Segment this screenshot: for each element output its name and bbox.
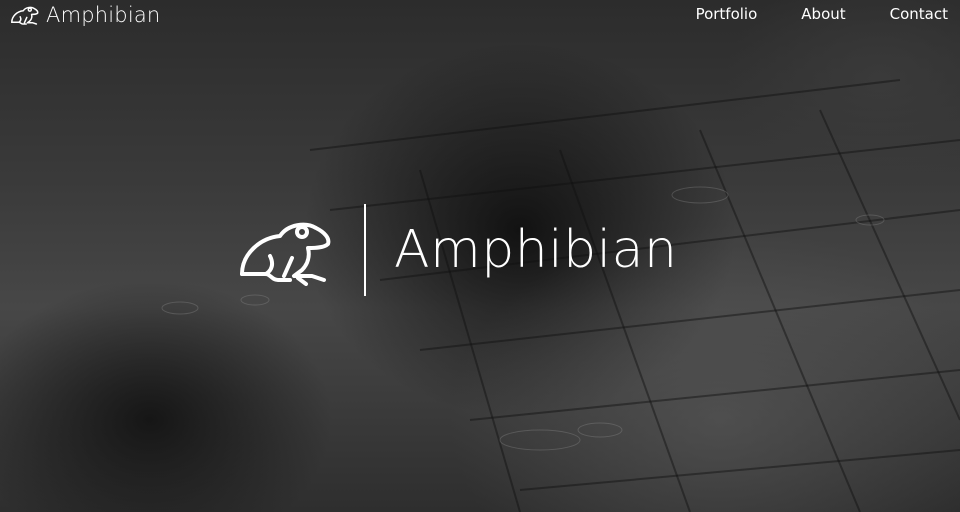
frog-icon: [10, 4, 40, 26]
nav-contact-link[interactable]: Contact: [890, 5, 948, 23]
nav-about-link[interactable]: About: [801, 5, 845, 23]
top-navigation-bar: Amphibian Portfolio About Contact: [0, 0, 960, 32]
hero-section: Amphibian Portfolio About Contact Amphib…: [0, 0, 960, 512]
nav-portfolio-link[interactable]: Portfolio: [696, 5, 758, 23]
hero-logo-lockup: Amphibian: [236, 204, 677, 296]
hero-title: Amphibian: [394, 220, 678, 280]
brand-name: Amphibian: [46, 3, 161, 27]
main-nav: Portfolio About Contact: [652, 5, 948, 23]
frog-icon: [236, 214, 336, 286]
brand-home-link[interactable]: Amphibian: [10, 3, 160, 27]
logo-divider: [364, 204, 366, 296]
